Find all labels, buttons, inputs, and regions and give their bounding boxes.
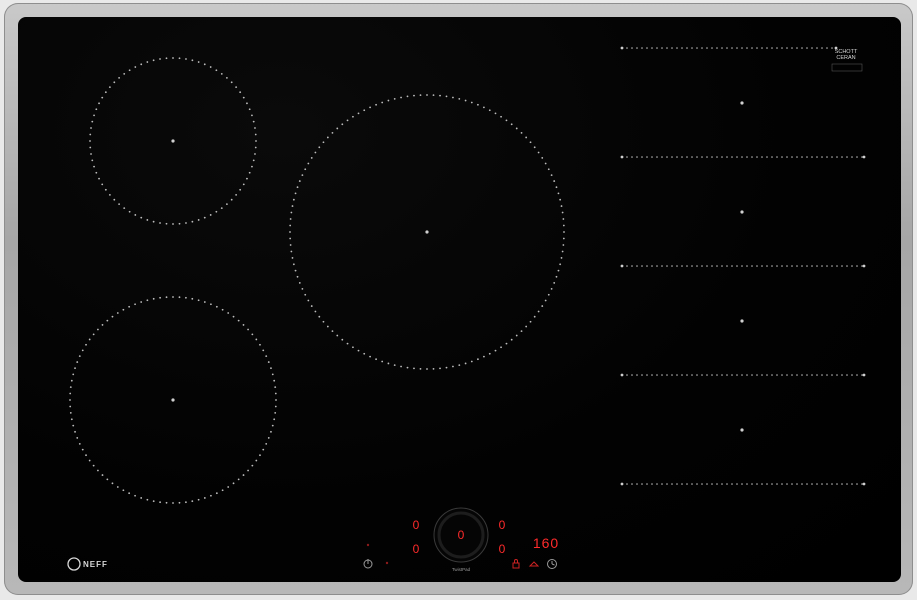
glass-ceramic-surface: SCHOTT CERAN NEFF 0 0 0 TwistPad 0 0 160 xyxy=(18,17,901,582)
control-panel: 0 0 0 TwistPad 0 0 160 xyxy=(363,507,559,572)
left-zone-digit-top[interactable]: 0 xyxy=(413,518,420,532)
wipe-icon[interactable] xyxy=(528,561,540,567)
cooktop-graphics: SCHOTT CERAN NEFF 0 0 0 TwistPad 0 0 160 xyxy=(67,46,866,572)
timer-display: 160 xyxy=(533,535,559,551)
flex-label-line2: CERAN xyxy=(836,55,855,61)
flex-zone-line xyxy=(620,264,866,268)
flex-zone-center-mark xyxy=(740,101,744,105)
lock-icon[interactable] xyxy=(512,559,520,569)
cooktop-photo: SCHOTT CERAN NEFF 0 0 0 TwistPad 0 0 160 xyxy=(0,0,917,600)
zone-indicator-dot xyxy=(366,543,370,547)
right-zone-digit-bottom[interactable]: 0 xyxy=(499,542,506,556)
cooking-zones xyxy=(69,57,565,504)
zone-center-mark xyxy=(171,139,175,143)
right-zone-digit-top[interactable]: 0 xyxy=(499,518,506,532)
zone-center-mark xyxy=(425,230,429,234)
flex-zone-lines xyxy=(620,46,866,486)
logo-ring-icon xyxy=(67,557,81,571)
brand-logo: NEFF xyxy=(67,557,108,571)
zone-rear-left[interactable] xyxy=(89,57,257,225)
zone-front-left[interactable] xyxy=(69,296,277,504)
timer-icon[interactable] xyxy=(547,559,557,569)
flex-zone-center-mark xyxy=(740,428,744,432)
flex-zone-line xyxy=(620,46,838,50)
flex-zone-center-mark xyxy=(740,210,744,214)
flex-zone-line xyxy=(620,155,866,159)
left-zone-digit-bottom[interactable]: 0 xyxy=(413,542,420,556)
zone-center-large[interactable] xyxy=(289,94,565,370)
brand-logo-text: NEFF xyxy=(83,560,108,569)
flex-zone-line xyxy=(620,373,866,377)
zone-center-mark xyxy=(171,398,175,402)
spec-label-box xyxy=(831,63,863,72)
power-icon[interactable] xyxy=(363,559,373,569)
dial-digit: 0 xyxy=(458,528,465,542)
dial-label: TwistPad xyxy=(452,567,471,572)
flex-zone-center-mark xyxy=(740,319,744,323)
zone-indicator-dot xyxy=(385,561,389,565)
flex-zone-line xyxy=(620,482,866,486)
